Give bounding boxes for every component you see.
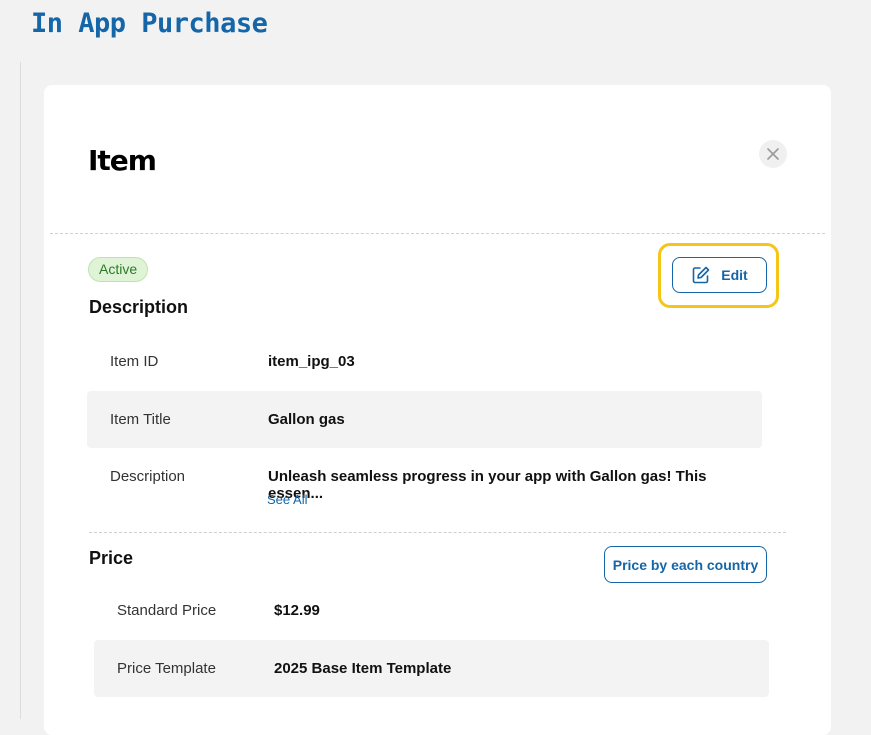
detail-row-item-title: Item Title Gallon gas [87, 391, 762, 448]
description-value: Unleash seamless progress in your app wi… [268, 468, 707, 502]
description-label: Description [110, 468, 186, 485]
detail-row-item-id: Item ID item_ipg_03 [87, 333, 762, 390]
card-title: Item [88, 144, 157, 177]
status-badge: Active [88, 257, 149, 282]
edit-button-label: Edit [721, 267, 748, 283]
price-template-value: 2025 Base Item Template [274, 660, 452, 677]
standard-price-label: Standard Price [117, 602, 217, 619]
price-row-template: Price Template 2025 Base Item Template [94, 640, 769, 697]
item-id-label: Item ID [110, 353, 159, 370]
price-template-label: Price Template [117, 660, 216, 677]
item-title-value: Gallon gas [268, 411, 345, 428]
detail-row-description: Description Unleash seamless progress in… [87, 449, 762, 502]
price-by-country-button[interactable]: Price by each country [604, 546, 767, 583]
header-divider [50, 233, 825, 234]
see-all-link[interactable]: See All [267, 492, 307, 507]
left-divider [20, 62, 21, 719]
item-title-label: Item Title [110, 411, 171, 428]
close-icon [767, 148, 779, 160]
description-heading: Description [89, 297, 189, 317]
page-title: In App Purchase [31, 8, 268, 39]
price-row-standard: Standard Price $12.99 [94, 582, 769, 639]
edit-icon [692, 266, 710, 284]
item-detail-card: Item Active Edit Description Item ID ite… [44, 85, 831, 735]
edit-button[interactable]: Edit [672, 257, 767, 293]
item-id-value: item_ipg_03 [268, 353, 355, 370]
section-divider [89, 532, 786, 533]
close-button[interactable] [759, 140, 787, 168]
standard-price-value: $12.99 [274, 602, 320, 619]
price-heading: Price [89, 548, 134, 568]
